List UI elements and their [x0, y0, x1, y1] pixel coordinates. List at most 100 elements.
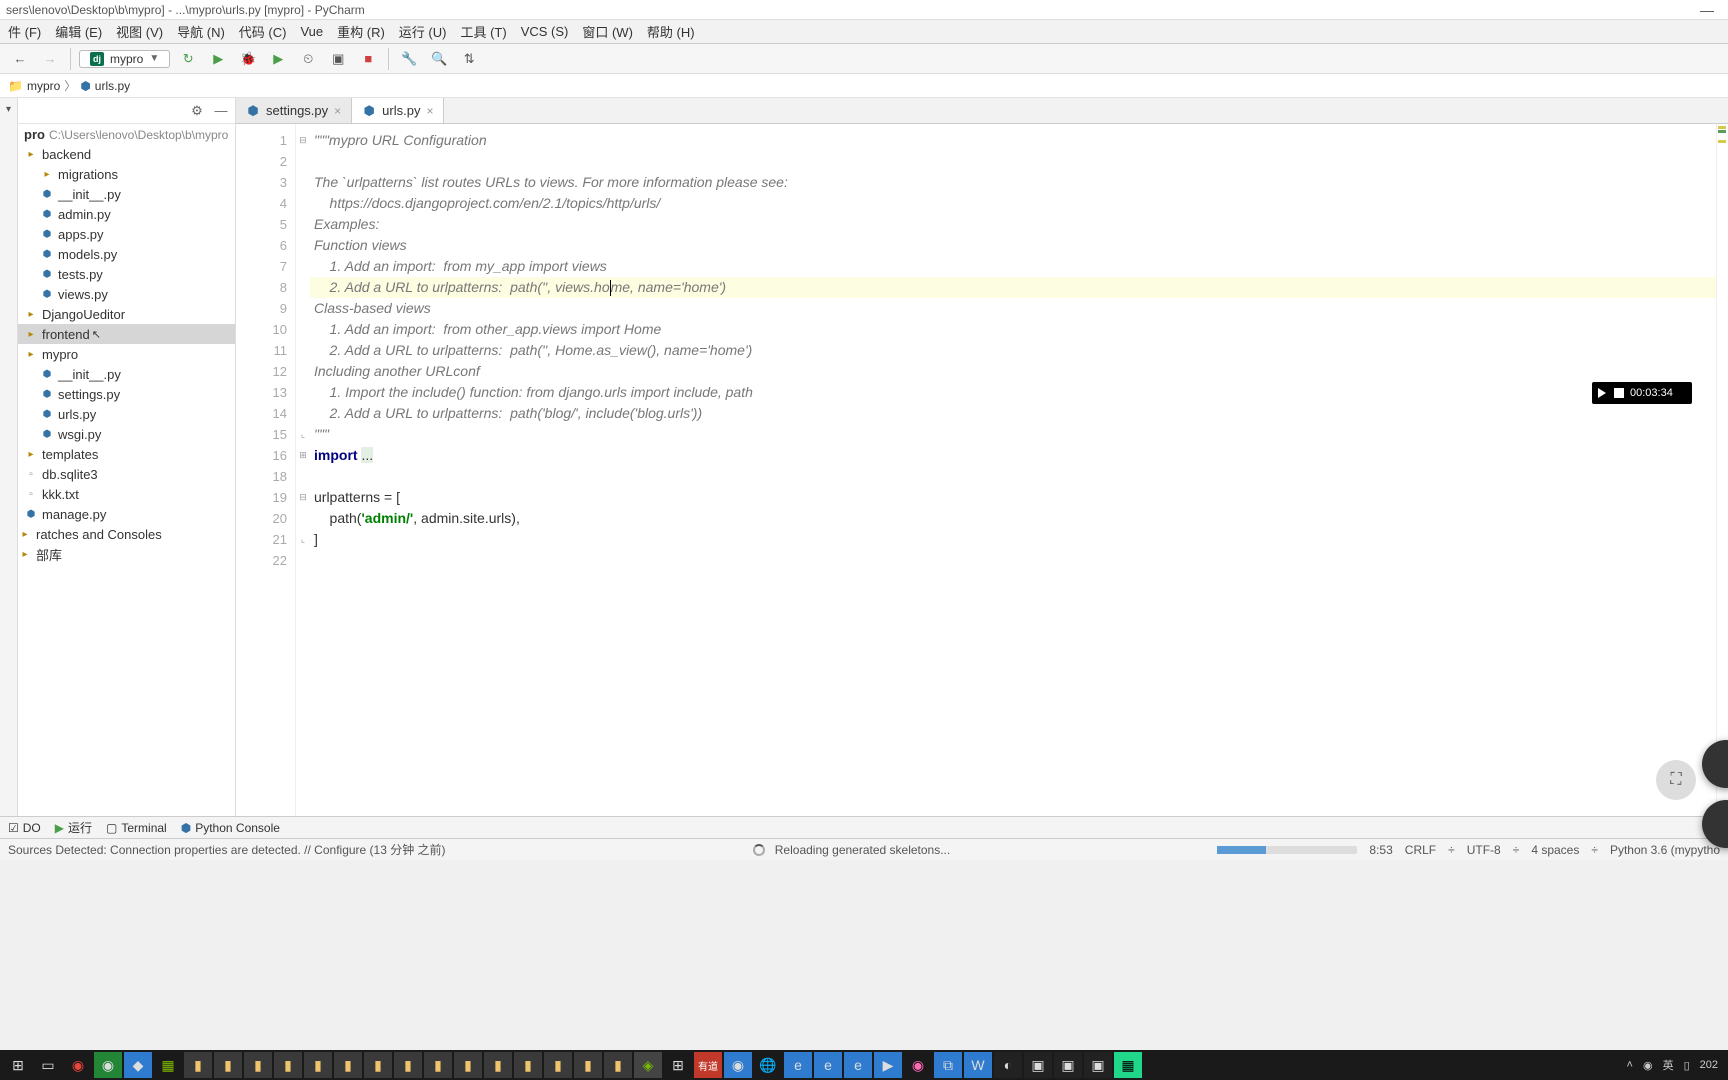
tree-item[interactable]: ⬢manage.py [18, 504, 235, 524]
folder-icon[interactable]: ▮ [574, 1052, 602, 1078]
system-tray[interactable]: ˄ ◉ 英 ▯ 202 [1627, 1057, 1724, 1073]
tab-urls[interactable]: ⬢ urls.py × [352, 98, 444, 123]
attach-button[interactable]: ▣ [326, 47, 350, 71]
encoding[interactable]: UTF-8 [1467, 843, 1501, 857]
tray-icon[interactable]: ◉ [1643, 1059, 1653, 1072]
app-icon[interactable]: ◆ [124, 1052, 152, 1078]
menu-window[interactable]: 窗口 (W) [582, 22, 633, 41]
tab-settings[interactable]: ⬢ settings.py × [236, 98, 352, 123]
notepad-icon[interactable]: ▦ [154, 1052, 182, 1078]
win-color-icon[interactable]: ⊞ [664, 1052, 692, 1078]
task-view-button[interactable]: ▭ [34, 1052, 62, 1078]
menu-code[interactable]: 代码 (C) [239, 22, 287, 41]
search-button[interactable]: 🔍 [427, 47, 451, 71]
gear-icon[interactable]: ⚙ [189, 103, 205, 119]
fold-marker[interactable]: ⊟ [296, 130, 310, 151]
cursor-position[interactable]: 8:53 [1369, 843, 1392, 857]
nav-back-button[interactable]: ← [8, 47, 32, 71]
stop-icon[interactable] [1614, 388, 1624, 398]
breadcrumb-file[interactable]: ⬢ urls.py [80, 79, 130, 93]
folder-icon[interactable]: ▮ [604, 1052, 632, 1078]
folder-icon[interactable]: ▮ [484, 1052, 512, 1078]
edge-icon[interactable]: e [784, 1052, 812, 1078]
tree-item[interactable]: ▸templates [18, 444, 235, 464]
code-editor[interactable]: """mypro URL Configuration The `urlpatte… [310, 124, 1716, 816]
tree-item[interactable]: ▸backend [18, 144, 235, 164]
tree-item[interactable]: ⬢views.py [18, 284, 235, 304]
tree-item[interactable]: ⬢settings.py [18, 384, 235, 404]
menu-refactor[interactable]: 重构 (R) [337, 22, 385, 41]
profile-button[interactable]: ⏲ [296, 47, 320, 71]
tray-chevron-icon[interactable]: ˄ [1627, 1059, 1633, 1071]
wrench-icon[interactable]: 🔧 [397, 47, 421, 71]
nav-forward-button[interactable]: → [38, 47, 62, 71]
line-ending[interactable]: CRLF [1405, 843, 1436, 857]
app-icon[interactable]: ▶ [874, 1052, 902, 1078]
app-icon[interactable]: ◉ [724, 1052, 752, 1078]
status-message[interactable]: Sources Detected: Connection properties … [8, 841, 446, 858]
edge-icon[interactable]: e [844, 1052, 872, 1078]
debug-button[interactable]: 🐞 [236, 47, 260, 71]
coverage-button[interactable]: ▶ [266, 47, 290, 71]
menu-navigate[interactable]: 导航 (N) [177, 22, 225, 41]
fold-marker[interactable]: ⌞ [296, 529, 310, 550]
todo-tab[interactable]: ☑ DO [8, 821, 41, 835]
terminal-icon[interactable]: ▣ [1054, 1052, 1082, 1078]
tree-item[interactable]: ▫kkk.txt [18, 484, 235, 504]
folder-icon[interactable]: ▮ [214, 1052, 242, 1078]
tree-item[interactable]: ▸migrations [18, 164, 235, 184]
indent[interactable]: 4 spaces [1531, 843, 1579, 857]
fold-marker[interactable]: ⊟ [296, 487, 310, 508]
fold-marker[interactable]: ⊞ [296, 445, 310, 466]
tree-item[interactable]: ▸ratches and Consoles [18, 524, 235, 544]
folder-icon[interactable]: ▮ [364, 1052, 392, 1078]
folder-icon[interactable]: ▮ [274, 1052, 302, 1078]
app-icon[interactable]: ◐ [994, 1052, 1022, 1078]
tree-item[interactable]: ▫db.sqlite3 [18, 464, 235, 484]
vscode-icon[interactable]: ⧉ [934, 1052, 962, 1078]
folder-icon[interactable]: ▮ [454, 1052, 482, 1078]
browser-icon[interactable]: ◉ [94, 1052, 122, 1078]
menu-help[interactable]: 帮助 (H) [647, 22, 695, 41]
folder-icon[interactable]: ▮ [514, 1052, 542, 1078]
run-tab[interactable]: ▶ 运行 [55, 819, 92, 836]
app-icon[interactable]: ◉ [904, 1052, 932, 1078]
tray-ime[interactable]: 英 [1663, 1057, 1674, 1073]
nvidia-icon[interactable]: ◈ [634, 1052, 662, 1078]
folder-icon[interactable]: ▮ [424, 1052, 452, 1078]
tree-item[interactable]: ⬢__init__.py [18, 184, 235, 204]
folder-icon[interactable]: ▮ [184, 1052, 212, 1078]
vcs-update-button[interactable]: ⇅ [457, 47, 481, 71]
tree-item[interactable]: ⬢urls.py [18, 404, 235, 424]
recorder-overlay[interactable]: 00:03:34 [1592, 382, 1692, 404]
edge-icon[interactable]: e [814, 1052, 842, 1078]
tree-root[interactable]: proC:\Users\lenovo\Desktop\b\mypro [18, 124, 235, 144]
folder-icon[interactable]: ▮ [334, 1052, 362, 1078]
tree-item[interactable]: ⬢wsgi.py [18, 424, 235, 444]
play-icon[interactable] [1598, 388, 1608, 398]
globe-icon[interactable]: 🌐 [754, 1052, 782, 1078]
menu-vcs[interactable]: VCS (S) [521, 24, 569, 39]
tree-item[interactable]: ▸frontend↖ [18, 324, 235, 344]
close-icon[interactable]: × [426, 104, 433, 118]
menu-vue[interactable]: Vue [300, 24, 323, 39]
run-config-selector[interactable]: dj mypro ▼ [79, 50, 170, 68]
tree-item[interactable]: ⬢apps.py [18, 224, 235, 244]
fold-marker[interactable]: ⌞ [296, 424, 310, 445]
tree-item[interactable]: ⬢__init__.py [18, 364, 235, 384]
run-button[interactable]: ▶ [206, 47, 230, 71]
menu-edit[interactable]: 编辑 (E) [55, 22, 102, 41]
project-toggle-icon[interactable]: ▾ [0, 104, 17, 115]
pycharm-icon[interactable]: ▦ [1114, 1052, 1142, 1078]
folder-icon[interactable]: ▮ [244, 1052, 272, 1078]
run-restart-button[interactable]: ↻ [176, 47, 200, 71]
tree-item[interactable]: ▸mypro [18, 344, 235, 364]
chrome-icon[interactable]: ◉ [64, 1052, 92, 1078]
tree-item[interactable]: ⬢admin.py [18, 204, 235, 224]
breadcrumb-project[interactable]: 📁 mypro [8, 79, 60, 93]
screenshot-float-button[interactable]: ⛶ [1656, 760, 1696, 800]
stop-button[interactable]: ■ [356, 47, 380, 71]
tree-item[interactable]: ⬢models.py [18, 244, 235, 264]
menu-run[interactable]: 运行 (U) [399, 22, 447, 41]
interpreter[interactable]: Python 3.6 (mypytho [1610, 843, 1720, 857]
